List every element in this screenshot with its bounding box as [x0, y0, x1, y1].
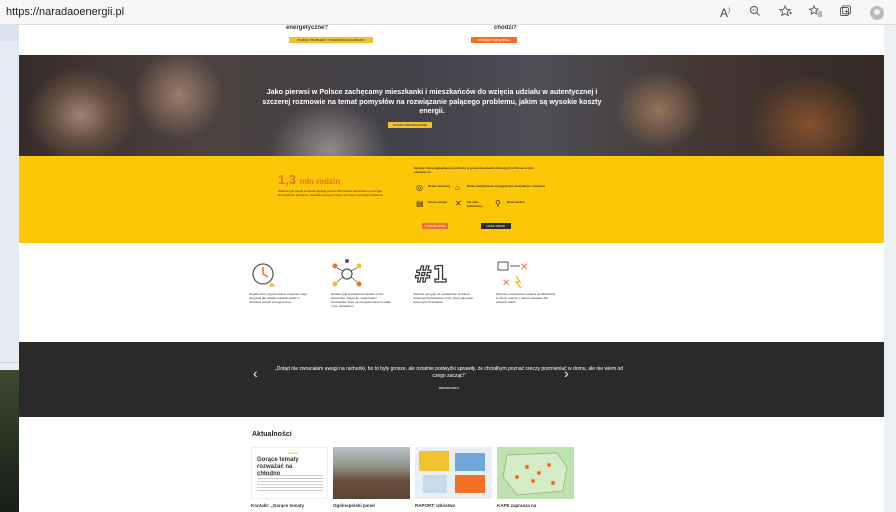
chevron-right-icon[interactable]: › — [564, 366, 569, 380]
right-question: chodzi? — [494, 25, 517, 31]
step-text: Zebrane pomysły na rozwiązanie problemu … — [413, 292, 473, 304]
network-icon — [332, 259, 362, 287]
problems-button[interactable]: POZNAJ PROBLEMY Z WIELKIMI RACHUNKAMI — [289, 37, 373, 43]
favorites-icon[interactable] — [800, 4, 830, 20]
zoom-icon[interactable] — [740, 5, 770, 20]
browser-toolbar: https://naradaoenergii.pl A) — [0, 0, 896, 25]
our-view-button[interactable]: NASZ WIDOK — [481, 223, 511, 229]
tools-icon: ✕ — [455, 199, 462, 208]
left-question: energetyczne? — [286, 25, 329, 31]
collections-icon[interactable] — [830, 5, 860, 20]
news-card-image[interactable] — [415, 447, 492, 499]
decision-icon: ✕ ✕ — [497, 261, 528, 289]
learn-more-top-button[interactable]: DOWIEDZ SIĘ WIĘCEJ — [471, 37, 517, 43]
background-divider — [0, 362, 19, 363]
stats-number: 1,3 mln rodzin — [278, 172, 341, 187]
quote-section: ‹ „Dotąd nie zwracałam uwagi na rachunki… — [19, 342, 884, 417]
step-text: Narada była prowadzona lokalnie przez ek… — [331, 292, 391, 308]
hero-text: Jako pierwsi w Polsce zachęcamy mieszkan… — [262, 87, 602, 115]
news-card-title[interactable]: Ogólnopolski panel — [333, 503, 410, 508]
hero-banner: Jako pierwsi w Polsce zachęcamy mieszkan… — [19, 55, 884, 156]
stats-item-label: Niskie dochody — [428, 184, 451, 188]
chevron-left-icon[interactable]: ‹ — [253, 366, 258, 380]
profile-icon[interactable] — [870, 5, 884, 20]
hero-button[interactable]: NASZE ZOBOWIĄZANIE — [388, 122, 432, 128]
news-card-image[interactable]: Narada Gorące tematy rozważać na chłodno — [251, 447, 328, 499]
page-scroll-gutter — [884, 25, 896, 512]
bill-icon: ▤ — [416, 199, 424, 208]
stats-item-label: Zły stan techniczny — [467, 200, 483, 208]
coin-icon: ◎ — [416, 183, 423, 192]
news-card-title[interactable]: Kontakt: „Gorące tematy — [251, 503, 328, 508]
step-text: Narada służy wypracowaniu wspólnej mapy … — [249, 292, 308, 304]
step-text: Wybrane rozwiązania zostaną opublikowane… — [496, 292, 556, 304]
news-card-image[interactable] — [333, 447, 410, 499]
stats-section: 1,3 mln rodzin Właśnie tyle rodzin w Pol… — [19, 156, 884, 243]
address-bar[interactable]: https://naradaoenergii.pl — [6, 6, 124, 18]
background-photo — [0, 370, 19, 512]
rank-icon: #1 — [413, 262, 448, 288]
svg-text:✕: ✕ — [502, 278, 510, 289]
news-card-title[interactable]: RAPORT: Ubóstwo — [415, 503, 492, 508]
read-aloud-icon[interactable]: A) — [710, 6, 740, 20]
stats-item-label: Niska efektywność energetyczna budynków … — [467, 184, 546, 188]
stats-description: Właśnie tyle rodzin w Polsce wydaje pona… — [278, 189, 384, 197]
news-section: Aktualności Narada Gorące tematy rozważa… — [19, 417, 884, 512]
about-problem-button[interactable]: O PROBLEMIE — [422, 223, 448, 229]
news-card-title[interactable]: KAPE zaprasza na — [497, 503, 574, 508]
house-icon: ⌂ — [455, 183, 460, 192]
news-title: Aktualności — [252, 431, 292, 438]
stats-intro: Sprawy, które wpływają na problemy w gos… — [414, 166, 534, 174]
clock-icon — [252, 263, 276, 287]
stats-item-label: Brak wiedzy — [507, 200, 525, 204]
svg-text:#1: #1 — [414, 263, 448, 288]
background-window — [0, 25, 19, 357]
top-questions: energetyczne? chodzi? POZNAJ PROBLEMY Z … — [19, 25, 884, 55]
add-favorite-icon[interactable] — [770, 4, 800, 20]
quote-text: „Dotąd nie zwracałam uwagi na rachunki, … — [274, 366, 624, 379]
background-window-strip — [0, 25, 19, 41]
steps-section: Narada służy wypracowaniu wspólnej mapy … — [19, 254, 884, 356]
webpage: energetyczne? chodzi? POZNAJ PROBLEMY Z … — [19, 25, 884, 512]
svg-text:✕: ✕ — [520, 262, 528, 273]
magnifier-icon: ⚲ — [495, 199, 501, 208]
news-card-image[interactable] — [497, 447, 574, 499]
quote-author: MIESZKANKA — [439, 386, 459, 390]
stats-item-label: Koszt energii — [428, 200, 447, 204]
brand-logo: Narada — [288, 451, 299, 455]
